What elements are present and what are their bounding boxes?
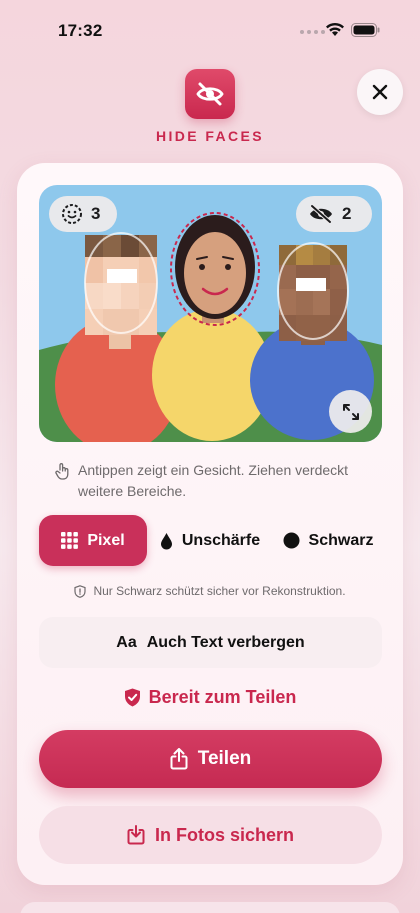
mode-pixel-button[interactable]: Pixel: [39, 515, 147, 566]
eye-slash-icon: [196, 82, 224, 106]
mode-pixel-label: Pixel: [87, 531, 125, 549]
mode-black-label: Schwarz: [308, 531, 374, 549]
security-note-text: Nur Schwarz schützt sicher vor Rekonstru…: [93, 584, 346, 598]
pixelated-face-left: [84, 232, 158, 335]
share-label: Teilen: [197, 748, 252, 769]
mode-black-button[interactable]: Schwarz: [275, 515, 381, 566]
drop-icon: [160, 532, 172, 549]
close-button[interactable]: [357, 69, 403, 115]
status-bar: 17:32: [0, 0, 420, 54]
share-button[interactable]: Teilen: [39, 730, 382, 788]
hint-text: Antippen zeigt ein Gesicht. Ziehen verde…: [78, 462, 349, 499]
hint-row: Antippen zeigt ein Gesicht. Ziehen verde…: [54, 460, 374, 502]
status-time: 17:32: [58, 21, 103, 40]
mode-blur-label: Unschärfe: [181, 531, 261, 549]
hide-text-label: Auch Text verbergen: [146, 633, 305, 651]
hidden-count-badge: 2: [296, 196, 372, 232]
circle-icon: [283, 532, 300, 549]
eye-slash-icon: [310, 204, 332, 224]
hide-text-toggle[interactable]: Aa Auch Text verbergen: [39, 617, 382, 668]
text-icon: Aa: [116, 633, 137, 651]
mode-blur-button[interactable]: Unschärfe: [152, 515, 268, 566]
expand-button[interactable]: [329, 390, 372, 433]
dynamic-island-dots: [300, 30, 325, 34]
save-label: In Fotos sichern: [154, 824, 295, 845]
wifi-icon: [325, 22, 345, 42]
save-to-photos-button[interactable]: In Fotos sichern: [39, 806, 382, 864]
battery-icon: [351, 23, 380, 42]
ready-status: Bereit zum Teilen: [0, 687, 420, 708]
close-icon: [372, 84, 388, 100]
app-icon: [185, 69, 235, 119]
pixelated-face-right: [277, 242, 349, 341]
security-note: Nur Schwarz schützt sicher vor Rekonstru…: [0, 584, 420, 598]
download-icon: [127, 825, 145, 845]
next-card-peek: [20, 902, 400, 913]
faces-count-badge: 3: [49, 196, 117, 232]
hidden-count: 2: [342, 204, 352, 223]
expand-icon: [342, 403, 359, 420]
shield-info-icon: [74, 584, 87, 598]
app-title: HIDE FACES: [155, 128, 264, 144]
faces-count: 3: [91, 204, 101, 223]
shield-check-icon: [124, 688, 140, 707]
grid-icon: [61, 532, 79, 549]
share-icon: [170, 748, 188, 770]
face-scan-icon: [62, 204, 82, 224]
ready-label: Bereit zum Teilen: [148, 687, 297, 707]
tap-hand-icon: [55, 463, 69, 480]
